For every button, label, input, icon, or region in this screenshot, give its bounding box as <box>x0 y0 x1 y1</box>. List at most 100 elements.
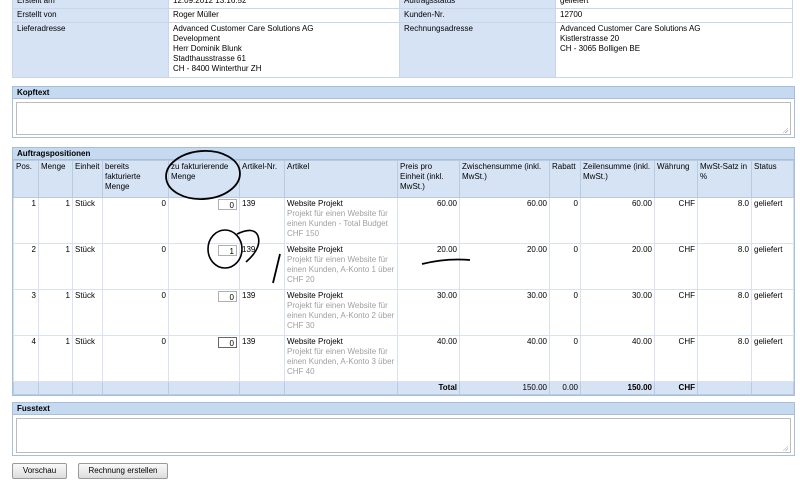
total-empty <box>239 381 285 395</box>
order-positions-panel: Auftragspositionen Pos. Menge Einheit be… <box>12 147 795 396</box>
table-row: 4 1 Stück 0 0 139 Website Projekt Projekt… <box>13 335 794 382</box>
cell-mwst: 8.0 <box>697 197 752 244</box>
resize-grip-icon[interactable] <box>782 127 788 133</box>
total-empty <box>72 381 103 395</box>
cell-artikel: Website Projekt Projekt für einen Website… <box>284 335 398 382</box>
total-empty <box>13 381 39 395</box>
invoice-quantity-input[interactable]: 0 <box>218 199 237 210</box>
col-header: Artikel-Nr. <box>239 160 285 198</box>
cell-mwst: 8.0 <box>697 289 752 336</box>
cell-zu: 0 <box>168 197 240 244</box>
kopftext-title: Kopftext <box>13 87 794 99</box>
article-description: Projekt für einen Website für einen Kund… <box>287 347 395 376</box>
cell-waehrung: CHF <box>654 335 698 382</box>
cell-bereits: 0 <box>102 197 169 244</box>
preview-button[interactable]: Vorschau <box>12 463 67 479</box>
cell-artnr: 139 <box>239 335 285 382</box>
kopftext-textarea[interactable] <box>16 102 791 135</box>
col-header: bereits fakturierte Menge <box>102 160 169 198</box>
fusstext-textarea[interactable] <box>16 418 791 453</box>
info-label: Erstellt von <box>12 8 169 23</box>
cell-zu: 0 <box>168 289 240 336</box>
cell-status: geliefert <box>751 243 794 290</box>
cell-menge: 1 <box>38 289 73 336</box>
cell-preis: 20.00 <box>397 243 460 290</box>
cell-status: geliefert <box>751 289 794 336</box>
invoice-quantity-input[interactable]: 0 <box>218 337 237 348</box>
total-empty <box>102 381 169 395</box>
cell-preis: 60.00 <box>397 197 460 244</box>
col-header: Preis pro Einheit (inkl. MwSt.) <box>397 160 460 198</box>
fusstext-title: Fusstext <box>13 403 794 415</box>
article-description: Projekt für einen Website für einen Kund… <box>287 255 395 284</box>
cell-pos: 2 <box>13 243 39 290</box>
address-line: Kistlerstrasse 20 <box>560 34 620 43</box>
cell-waehrung: CHF <box>654 289 698 336</box>
total-row: Total 150.00 0.00 150.00 CHF <box>13 381 794 395</box>
cell-artikel: Website Projekt Projekt für einen Website… <box>284 197 398 244</box>
info-value: Roger Müller <box>168 8 400 23</box>
cell-bereits: 0 <box>102 289 169 336</box>
info-value: geliefert <box>555 0 793 9</box>
cell-bereits: 0 <box>102 335 169 382</box>
cell-status: geliefert <box>751 335 794 382</box>
cell-zeilen: 60.00 <box>580 197 655 244</box>
col-header: Zwischensumme (inkl. MwSt.) <box>459 160 550 198</box>
col-header: Status <box>751 160 794 198</box>
cell-rabatt: 0 <box>549 197 581 244</box>
invoice-quantity-input[interactable]: 0 <box>218 291 237 302</box>
cell-preis: 40.00 <box>397 335 460 382</box>
total-empty <box>697 381 752 395</box>
table-row: 1 1 Stück 0 0 139 Website Projekt Projekt… <box>13 197 794 244</box>
cell-waehrung: CHF <box>654 243 698 290</box>
kopftext-panel: Kopftext <box>12 86 795 138</box>
total-empty <box>284 381 398 395</box>
col-header: zu fakturierende Menge <box>168 160 240 198</box>
cell-bereits: 0 <box>102 243 169 290</box>
total-empty <box>38 381 73 395</box>
total-zeilensumme: 150.00 <box>580 381 655 395</box>
address-line: Advanced Customer Care Solutions AG <box>560 24 701 33</box>
resize-grip-icon[interactable] <box>782 445 788 451</box>
address-line: Advanced Customer Care Solutions AG <box>173 24 314 33</box>
order-positions-table: Pos. Menge Einheit bereits fakturierte M… <box>13 160 794 395</box>
cell-rabatt: 0 <box>549 289 581 336</box>
cell-zu: 0 <box>168 335 240 382</box>
cell-menge: 1 <box>38 197 73 244</box>
cell-pos: 1 <box>13 197 39 244</box>
table-row: 3 1 Stück 0 0 139 Website Projekt Projekt… <box>13 289 794 336</box>
total-zwischensumme: 150.00 <box>459 381 550 395</box>
col-header: Währung <box>654 160 698 198</box>
col-header: Menge <box>38 160 73 198</box>
address-line: CH - 3065 Bolligen BE <box>560 44 641 53</box>
total-rabatt: 0.00 <box>549 381 581 395</box>
cell-zwischen: 20.00 <box>459 243 550 290</box>
info-row: Erstellt am 12.09.2012 13:16:52 Auftrags… <box>12 0 793 9</box>
invoice-quantity-input[interactable]: 1 <box>218 245 237 256</box>
cell-zu: 1 <box>168 243 240 290</box>
cell-einheit: Stück <box>72 197 103 244</box>
total-empty <box>168 381 240 395</box>
table-header-row: Pos. Menge Einheit bereits fakturierte M… <box>13 160 794 198</box>
article-name: Website Projekt <box>287 245 343 254</box>
address-line: Development <box>173 34 221 43</box>
article-description: Projekt für einen Website für einen Kund… <box>287 209 388 238</box>
info-value: 12.09.2012 13:16:52 <box>168 0 400 9</box>
col-header: Einheit <box>72 160 103 198</box>
cell-status: geliefert <box>751 197 794 244</box>
cell-artnr: 139 <box>239 289 285 336</box>
address-line: Stadthausstrasse 61 <box>173 54 246 63</box>
article-name: Website Projekt <box>287 337 343 346</box>
col-header: Artikel <box>284 160 398 198</box>
cell-zeilen: 20.00 <box>580 243 655 290</box>
info-value: 12700 <box>555 8 793 23</box>
order-info-table: Erstellt am 12.09.2012 13:16:52 Auftrags… <box>12 0 793 78</box>
cell-artikel: Website Projekt Projekt für einen Website… <box>284 243 398 290</box>
billing-address-label: Rechnungsadresse <box>399 22 556 78</box>
create-invoice-button[interactable]: Rechnung erstellen <box>78 463 168 479</box>
order-positions-title: Auftragspositionen <box>13 148 794 160</box>
address-line: Herr Dominik Blunk <box>173 44 242 53</box>
cell-einheit: Stück <box>72 289 103 336</box>
cell-mwst: 8.0 <box>697 335 752 382</box>
cell-artikel: Website Projekt Projekt für einen Website… <box>284 289 398 336</box>
